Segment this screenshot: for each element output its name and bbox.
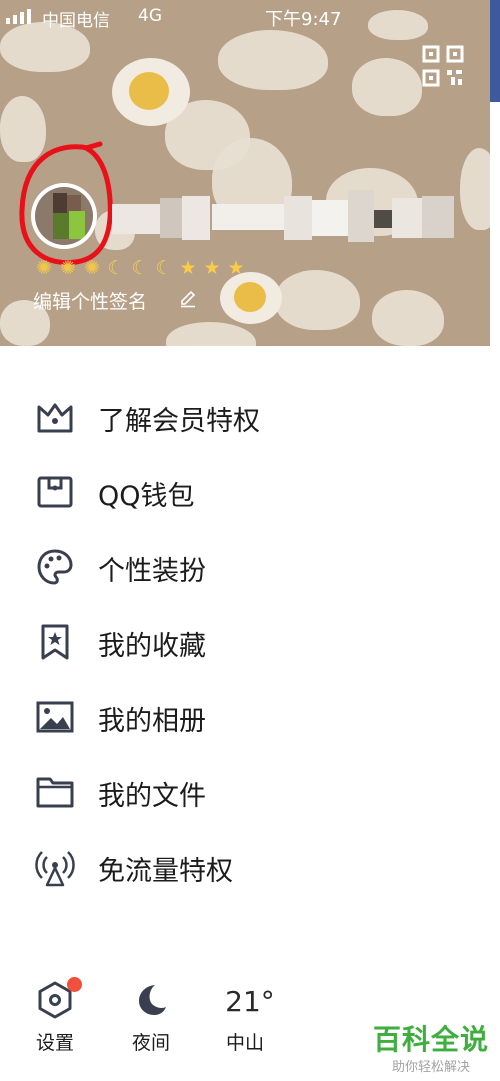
weather-temperature[interactable]: 21° (213, 985, 287, 1018)
edit-pencil-icon[interactable] (179, 290, 197, 308)
photo-album-icon (36, 701, 74, 733)
watermark-title: 百科全说 (372, 1023, 489, 1056)
dumpling-pattern (372, 290, 444, 346)
menu-item-album[interactable]: 我的相册 (0, 682, 500, 742)
menu-item-favorites[interactable]: 我的收藏 (0, 607, 500, 667)
signature-text[interactable]: 编辑个性签名 (33, 287, 147, 314)
network-type: 4G (138, 6, 162, 26)
menu-item-label: 了解会员特权 (98, 406, 260, 437)
clock: 下午9:47 (265, 9, 342, 30)
carrier-name: 中国电信 (42, 11, 110, 31)
star-icon: ★ (203, 257, 221, 279)
night-mode-label: 夜间 (131, 1032, 170, 1054)
level-badges: ✺ ✺ ✺ ☾ ☾ ☾ ★ ★ ★ (34, 256, 246, 280)
menu-item-label: 我的收藏 (98, 631, 206, 662)
menu-item-free-data[interactable]: 免流量特权 (0, 832, 500, 892)
sun-icon: ✺ (84, 257, 100, 279)
background-panel-edge (490, 0, 500, 346)
antenna-icon (35, 851, 75, 887)
moon-icon: ☾ (155, 257, 173, 279)
sun-icon: ✺ (36, 257, 52, 279)
nickname-blurred (112, 190, 454, 242)
menu-item-files[interactable]: 我的文件 (0, 757, 500, 817)
sun-icon: ✺ (60, 257, 76, 279)
highlight-circle (19, 141, 113, 266)
star-icon: ★ (179, 257, 197, 279)
dumpling-pattern (275, 270, 360, 330)
notification-dot (67, 977, 82, 992)
menu-item-label: 个性装扮 (98, 556, 206, 587)
moon-icon (139, 985, 166, 1015)
menu-item-theme[interactable]: 个性装扮 (0, 532, 500, 592)
site-watermark: 百科全说 助你轻松解决 (370, 1018, 492, 1075)
night-mode-button[interactable]: 夜间 (119, 980, 183, 1056)
palette-icon (37, 549, 73, 585)
star-icon: ★ (227, 257, 245, 279)
watermark-subtitle: 助你轻松解决 (391, 1060, 470, 1075)
weather-city[interactable]: 中山 (213, 1028, 277, 1055)
wallet-icon (37, 476, 73, 508)
dumpling-pattern (166, 322, 256, 346)
moon-icon: ☾ (131, 257, 149, 279)
menu-item-label: 我的文件 (98, 781, 206, 812)
menu-item-vip[interactable]: 了解会员特权 (0, 382, 500, 442)
menu-item-label: 免流量特权 (98, 856, 233, 887)
status-bar: 中国电信 4G 下午9:47 (0, 0, 490, 34)
qr-code-icon[interactable] (421, 44, 465, 88)
signal-icon (6, 9, 31, 24)
menu-item-label: QQ钱包 (98, 481, 195, 512)
moon-icon: ☾ (107, 257, 125, 279)
crown-icon (37, 403, 73, 433)
settings-label: 设置 (35, 1032, 74, 1054)
menu-item-label: 我的相册 (98, 706, 206, 737)
dumpling-pattern (218, 30, 328, 90)
menu-item-wallet[interactable]: QQ钱包 (0, 457, 500, 517)
bookmark-star-icon (41, 624, 69, 660)
folder-icon (36, 777, 74, 808)
egg-pattern (112, 58, 190, 126)
dumpling-pattern (352, 58, 422, 116)
dumpling-pattern (460, 148, 490, 230)
profile-header: 中国电信 4G 下午9:47 ✺ ✺ ✺ ☾ ☾ ☾ ★ ★ ★ 编辑个性签名 (0, 0, 490, 346)
